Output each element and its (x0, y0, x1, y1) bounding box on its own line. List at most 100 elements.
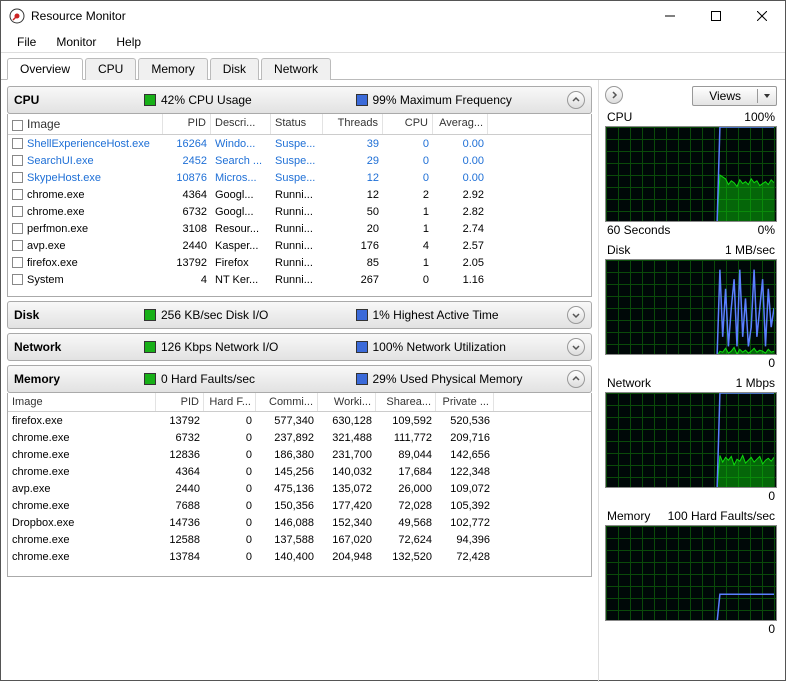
memory-table-row[interactable]: Dropbox.exe147360146,088152,34049,568102… (8, 514, 591, 531)
row-checkbox[interactable] (12, 274, 23, 285)
network-util-label: 100% Network Utilization (373, 340, 506, 354)
tab-overview[interactable]: Overview (7, 58, 83, 80)
memory-table-row[interactable]: chrome.exe76880150,356177,42072,028105,3… (8, 497, 591, 514)
maximize-button[interactable] (693, 1, 739, 31)
menubar: File Monitor Help (1, 31, 785, 53)
cpu-chart: CPU 100% 60 Seconds 0% (605, 110, 777, 237)
select-all-checkbox[interactable] (12, 120, 23, 131)
col-pid[interactable]: PID (163, 114, 211, 134)
row-checkbox[interactable] (12, 155, 23, 166)
memory-faults-label: 0 Hard Faults/sec (161, 372, 255, 386)
memory-grid-header: Image PID Hard F... Commi... Worki... Sh… (8, 393, 591, 412)
memory-collapse-icon[interactable] (567, 370, 585, 388)
disk-io-label: 256 KB/sec Disk I/O (161, 308, 268, 322)
network-expand-icon[interactable] (567, 338, 585, 356)
network-section-header[interactable]: Network 126 Kbps Network I/O 100% Networ… (7, 333, 592, 361)
cpu-freq-label: 99% Maximum Frequency (373, 93, 512, 107)
chart-scale-top: 100 Hard Faults/sec (668, 509, 775, 523)
tabstrip: Overview CPU Memory Disk Network (1, 53, 785, 80)
minimize-button[interactable] (647, 1, 693, 31)
cpu-table-row[interactable]: ShellExperienceHost.exe16264Windo...Susp… (8, 135, 591, 152)
chart-canvas (605, 126, 777, 222)
row-checkbox[interactable] (12, 223, 23, 234)
col-status[interactable]: Status (271, 114, 323, 134)
tab-memory[interactable]: Memory (138, 58, 207, 80)
col-image[interactable]: Image (8, 114, 163, 134)
memory-table-row[interactable]: chrome.exe137840140,400204,948132,52072,… (8, 548, 591, 565)
network-title: Network (14, 340, 144, 354)
chart-scale-top: 100% (744, 110, 775, 124)
row-checkbox[interactable] (12, 257, 23, 268)
mcol-pid[interactable]: PID (156, 393, 204, 411)
memory-table-row[interactable]: chrome.exe128360186,380231,70089,044142,… (8, 446, 591, 463)
row-checkbox[interactable] (12, 138, 23, 149)
cpu-freq-swatch (356, 94, 368, 106)
memory-title: Memory (14, 372, 144, 386)
tab-cpu[interactable]: CPU (85, 58, 136, 80)
col-description[interactable]: Descri... (211, 114, 271, 134)
cpu-section-header[interactable]: CPU 42% CPU Usage 99% Maximum Frequency (7, 86, 592, 114)
row-checkbox[interactable] (12, 206, 23, 217)
cpu-table-row[interactable]: SkypeHost.exe10876Micros...Suspe...1200.… (8, 169, 591, 186)
mcol-working[interactable]: Worki... (318, 393, 376, 411)
disk-title: Disk (14, 308, 144, 322)
chart-canvas (605, 525, 777, 621)
memory-table-row[interactable]: firefox.exe137920577,340630,128109,59252… (8, 412, 591, 429)
mcol-shareable[interactable]: Sharea... (376, 393, 436, 411)
mcol-hardfaults[interactable]: Hard F... (204, 393, 256, 411)
tab-network[interactable]: Network (261, 58, 331, 80)
cpu-table-row[interactable]: SearchUI.exe2452Search ...Suspe...2900.0… (8, 152, 591, 169)
app-icon (9, 8, 25, 24)
disk-expand-icon[interactable] (567, 306, 585, 324)
network-io-label: 126 Kbps Network I/O (161, 340, 278, 354)
memory-table-row[interactable]: avp.exe24400475,136135,07226,000109,072 (8, 480, 591, 497)
menu-monitor[interactable]: Monitor (46, 33, 106, 51)
memory-used-label: 29% Used Physical Memory (373, 372, 523, 386)
memory-table-row[interactable]: chrome.exe67320237,892321,488111,772209,… (8, 429, 591, 446)
chart-scale-top: 1 Mbps (736, 376, 775, 390)
chart-canvas (605, 392, 777, 488)
col-cpu[interactable]: CPU (383, 114, 433, 134)
tab-disk[interactable]: Disk (210, 58, 259, 80)
menu-file[interactable]: File (7, 33, 46, 51)
menu-help[interactable]: Help (106, 33, 151, 51)
chart-scale-bottom-right: 0 (768, 356, 775, 370)
memory-used-swatch (356, 373, 368, 385)
cpu-grid-header: Image PID Descri... Status Threads CPU A… (8, 114, 591, 135)
row-checkbox[interactable] (12, 189, 23, 200)
views-dropdown-icon[interactable] (758, 92, 776, 100)
row-checkbox[interactable] (12, 172, 23, 183)
memory-table-row[interactable]: chrome.exe125880137,588167,02072,62494,3… (8, 531, 591, 548)
cpu-table-row[interactable]: System4NT Ker...Runni...26701.16 (8, 271, 591, 288)
row-checkbox[interactable] (12, 240, 23, 251)
views-button[interactable]: Views (692, 86, 777, 106)
cpu-table-row[interactable]: chrome.exe6732Googl...Runni...5012.82 (8, 203, 591, 220)
col-average[interactable]: Averag... (433, 114, 488, 134)
chart-scale-bottom-left: 60 Seconds (607, 223, 670, 237)
mcol-private[interactable]: Private ... (436, 393, 494, 411)
memory-section-header[interactable]: Memory 0 Hard Faults/sec 29% Used Physic… (7, 365, 592, 393)
disk-active-swatch (356, 309, 368, 321)
cpu-table-row[interactable]: chrome.exe4364Googl...Runni...1222.92 (8, 186, 591, 203)
chart-scale-top: 1 MB/sec (725, 243, 775, 257)
cpu-table-row[interactable]: perfmon.exe3108Resour...Runni...2012.74 (8, 220, 591, 237)
memory-table-row[interactable]: chrome.exe43640145,256140,03217,684122,3… (8, 463, 591, 480)
cpu-table-row[interactable]: avp.exe2440Kasper...Runni...17642.57 (8, 237, 591, 254)
views-label: Views (693, 89, 758, 103)
cpu-collapse-icon[interactable] (567, 91, 585, 109)
cpu-table-row[interactable]: firefox.exe13792FirefoxRunni...8512.05 (8, 254, 591, 271)
cpu-usage-label: 42% CPU Usage (161, 93, 252, 107)
close-button[interactable] (739, 1, 785, 31)
charts-collapse-icon[interactable] (605, 86, 623, 104)
disk-io-swatch (144, 309, 156, 321)
disk-section-header[interactable]: Disk 256 KB/sec Disk I/O 1% Highest Acti… (7, 301, 592, 329)
col-threads[interactable]: Threads (323, 114, 383, 134)
cpu-grid: Image PID Descri... Status Threads CPU A… (7, 114, 592, 297)
mcol-commit[interactable]: Commi... (256, 393, 318, 411)
memory-chart: Memory100 Hard Faults/sec0 (605, 509, 777, 636)
chart-title: CPU (607, 110, 632, 124)
network-util-swatch (356, 341, 368, 353)
chart-scale-bottom-right: 0% (758, 223, 775, 237)
chart-title: Disk (607, 243, 630, 257)
mcol-image[interactable]: Image (8, 393, 156, 411)
